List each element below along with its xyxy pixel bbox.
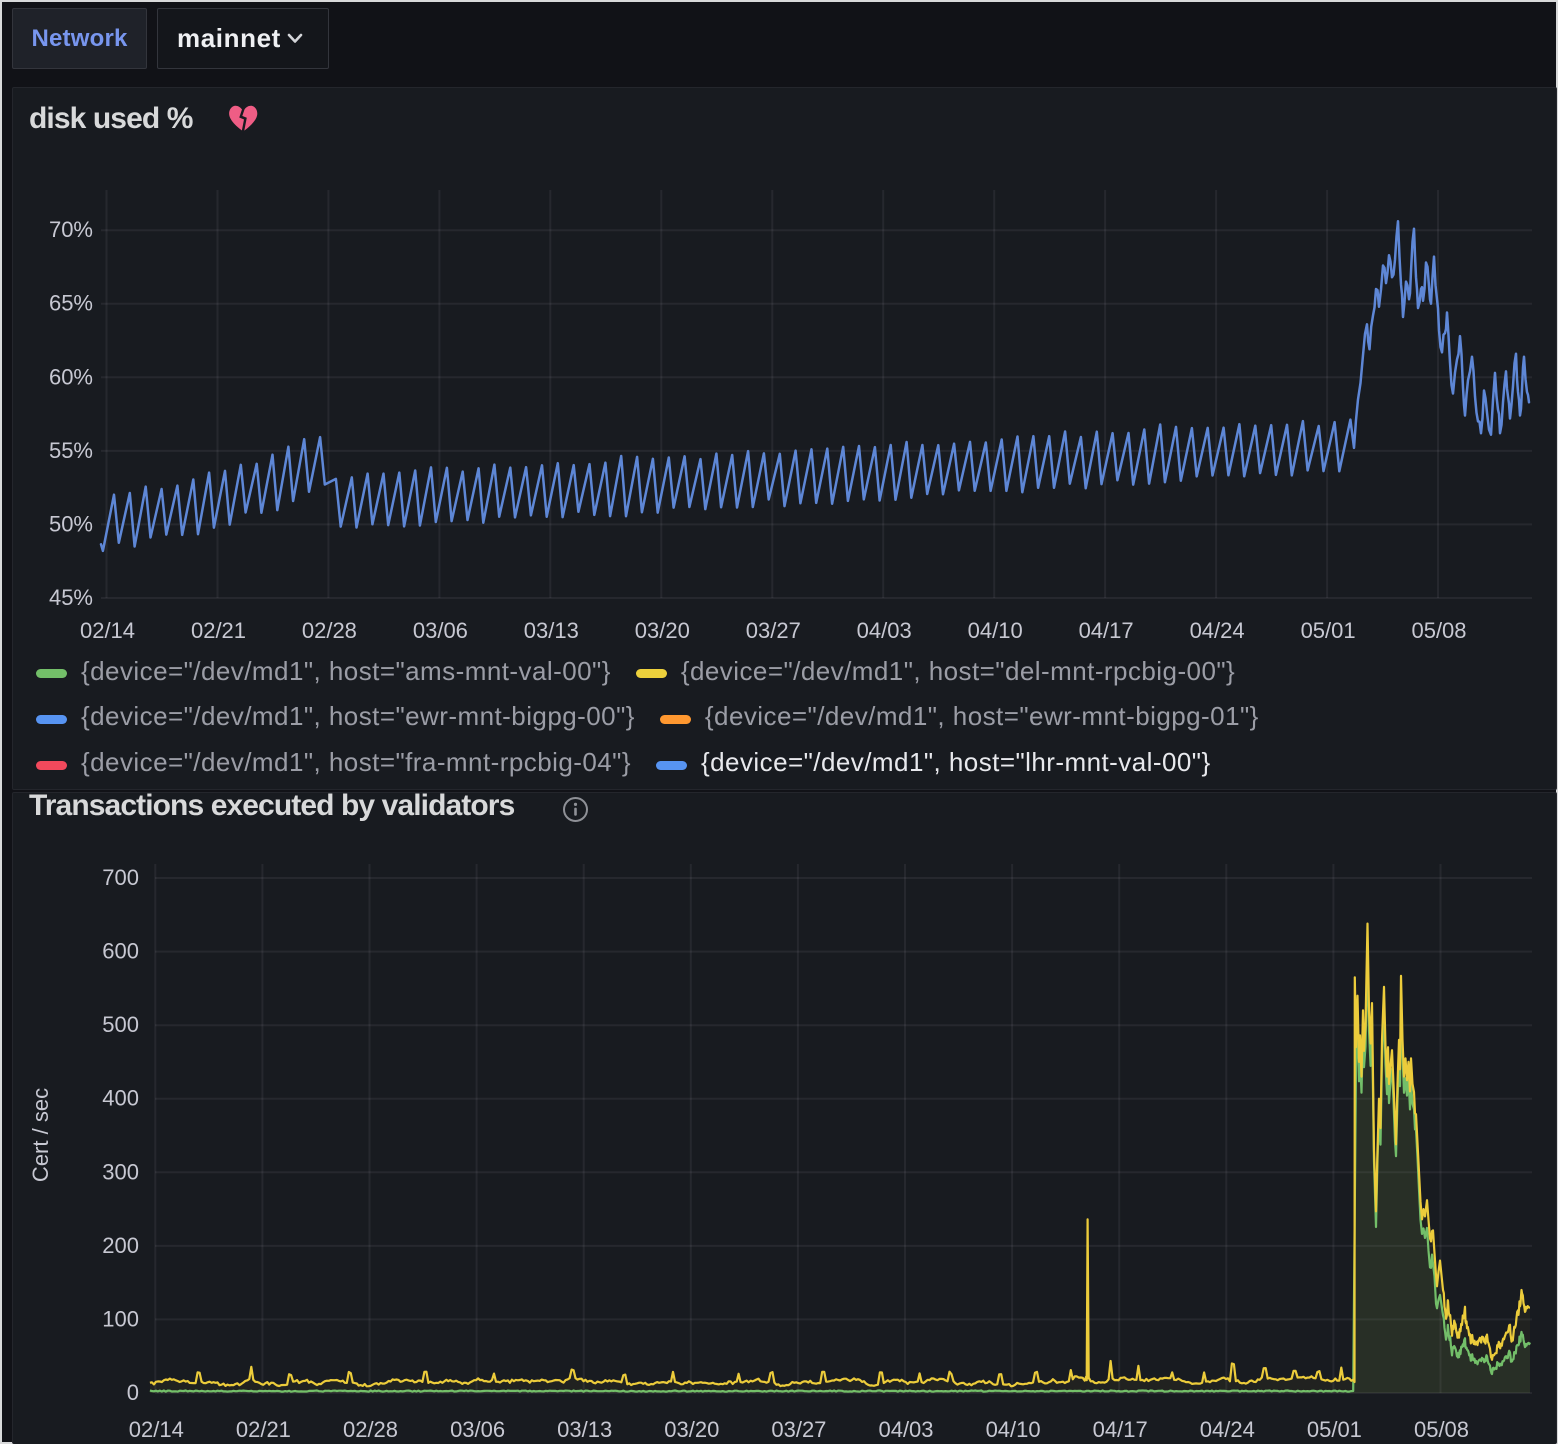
svg-text:04/24: 04/24 <box>1190 618 1245 643</box>
svg-text:Cert / sec: Cert / sec <box>28 1088 53 1182</box>
svg-text:04/03: 04/03 <box>857 618 912 643</box>
svg-text:50%: 50% <box>49 511 93 536</box>
svg-text:500: 500 <box>102 1012 139 1037</box>
svg-text:45%: 45% <box>49 585 93 610</box>
svg-text:03/13: 03/13 <box>557 1417 612 1442</box>
svg-text:200: 200 <box>102 1233 139 1258</box>
svg-text:02/21: 02/21 <box>191 618 246 643</box>
svg-text:04/17: 04/17 <box>1093 1417 1148 1442</box>
svg-text:300: 300 <box>102 1159 139 1184</box>
svg-text:02/14: 02/14 <box>129 1417 184 1442</box>
svg-text:04/17: 04/17 <box>1079 618 1134 643</box>
svg-text:03/13: 03/13 <box>524 618 579 643</box>
svg-text:55%: 55% <box>49 438 93 463</box>
svg-text:03/27: 03/27 <box>746 618 801 643</box>
svg-text:65%: 65% <box>49 291 93 316</box>
svg-text:02/14: 02/14 <box>80 618 135 643</box>
svg-text:04/10: 04/10 <box>968 618 1023 643</box>
svg-text:03/27: 03/27 <box>771 1417 826 1442</box>
svg-text:04/24: 04/24 <box>1200 1417 1255 1442</box>
svg-text:04/10: 04/10 <box>986 1417 1041 1442</box>
svg-text:05/01: 05/01 <box>1307 1417 1362 1442</box>
svg-text:03/06: 03/06 <box>450 1417 505 1442</box>
svg-text:400: 400 <box>102 1086 139 1111</box>
svg-text:100: 100 <box>102 1306 139 1331</box>
svg-text:0: 0 <box>127 1380 139 1405</box>
svg-text:02/21: 02/21 <box>236 1417 291 1442</box>
svg-text:05/08: 05/08 <box>1414 1417 1469 1442</box>
svg-text:60%: 60% <box>49 364 93 389</box>
svg-text:700: 700 <box>102 865 139 890</box>
svg-text:04/03: 04/03 <box>878 1417 933 1442</box>
svg-text:03/06: 03/06 <box>413 618 468 643</box>
svg-text:05/08: 05/08 <box>1411 618 1466 643</box>
svg-text:02/28: 02/28 <box>302 618 357 643</box>
svg-text:02/28: 02/28 <box>343 1417 398 1442</box>
svg-text:600: 600 <box>102 939 139 964</box>
svg-text:03/20: 03/20 <box>635 618 690 643</box>
svg-text:03/20: 03/20 <box>664 1417 719 1442</box>
svg-text:05/01: 05/01 <box>1301 618 1356 643</box>
svg-text:70%: 70% <box>49 217 93 242</box>
